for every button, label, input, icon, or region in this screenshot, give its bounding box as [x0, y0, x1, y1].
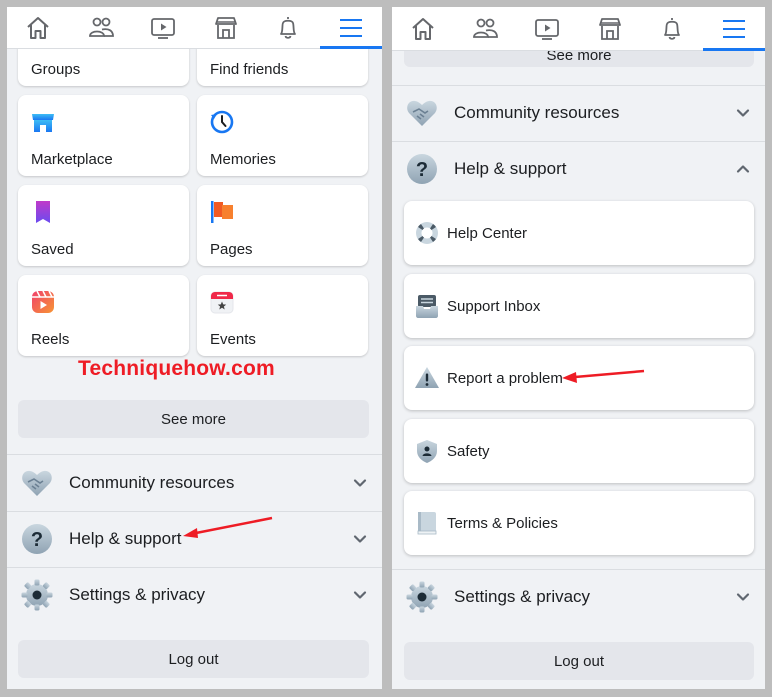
- help-item-label: Terms & Policies: [447, 514, 558, 532]
- nav-tab-home[interactable]: [392, 7, 454, 50]
- section-label: Community resources: [454, 103, 620, 122]
- help-item-terms-policies[interactable]: Terms & Policies: [404, 491, 754, 555]
- shortcut-label: Reels: [31, 331, 70, 348]
- top-navigation-bar: [7, 7, 382, 49]
- chevron-down-icon[interactable]: [352, 475, 368, 491]
- video-icon: [151, 17, 176, 39]
- saved-icon: [36, 201, 50, 223]
- chevron-down-icon[interactable]: [735, 105, 751, 121]
- friends-icon: [88, 17, 114, 37]
- section-label: Settings & privacy: [454, 587, 591, 606]
- gear-icon: [21, 579, 53, 611]
- video-icon: [535, 18, 560, 40]
- nav-tab-menu[interactable]: [319, 7, 383, 49]
- question-icon: ?: [407, 154, 437, 184]
- section-help-support[interactable]: ? Help & support: [392, 141, 765, 197]
- nav-tab-friends[interactable]: [454, 7, 516, 50]
- inbox-icon: [416, 295, 438, 318]
- store-icon: [598, 17, 621, 40]
- help-item-help-center[interactable]: Help Center: [404, 201, 754, 265]
- home-icon: [27, 16, 49, 39]
- warning-icon: [415, 367, 439, 388]
- nav-tab-marketplace[interactable]: [579, 7, 641, 50]
- handshake-icon: [22, 470, 52, 496]
- help-item-support-inbox[interactable]: Support Inbox: [404, 274, 754, 338]
- chevron-up-icon[interactable]: [735, 161, 751, 177]
- nav-tab-watch[interactable]: [132, 7, 195, 48]
- pages-icon: [211, 201, 233, 223]
- svg-text:?: ?: [31, 529, 43, 551]
- nav-tab-menu[interactable]: [702, 7, 765, 51]
- chevron-down-icon[interactable]: [352, 531, 368, 547]
- log-out-button[interactable]: Log out: [404, 642, 754, 680]
- section-settings-privacy[interactable]: Settings & privacy: [7, 567, 382, 623]
- chevron-down-icon[interactable]: [352, 587, 368, 603]
- help-item-safety[interactable]: Safety: [404, 419, 754, 483]
- bell-icon: [280, 16, 297, 39]
- handshake-icon: [407, 100, 437, 126]
- home-icon: [412, 17, 434, 40]
- help-item-label: Support Inbox: [447, 297, 541, 315]
- nav-tab-notifications[interactable]: [641, 7, 703, 50]
- help-item-report-problem[interactable]: Report a problem: [404, 346, 754, 410]
- section-help-support[interactable]: ? Help & support: [7, 511, 382, 567]
- shield-icon: [417, 440, 437, 463]
- shortcut-label: Pages: [210, 241, 253, 258]
- section-community-resources[interactable]: Community resources: [7, 455, 382, 511]
- book-icon: [417, 512, 437, 535]
- chevron-down-icon[interactable]: [735, 589, 751, 605]
- gear-icon: [406, 581, 438, 613]
- shortcut-label: Events: [210, 331, 256, 348]
- hamburger-menu-icon: [722, 19, 745, 38]
- shortcut-marketplace[interactable]: Marketplace: [18, 95, 189, 176]
- question-icon: ?: [22, 524, 52, 554]
- menu-panel-collapsed: Groups Find friends Marketplace Memories…: [7, 7, 382, 689]
- shortcut-saved[interactable]: Saved: [18, 185, 189, 266]
- help-item-label: Report a problem: [447, 369, 563, 387]
- shortcut-reels[interactable]: Reels: [18, 275, 189, 356]
- hamburger-menu-icon: [339, 18, 362, 37]
- section-label: Help & support: [69, 529, 182, 548]
- events-icon: [210, 291, 234, 314]
- nav-tab-marketplace[interactable]: [195, 7, 258, 48]
- help-item-label: Help Center: [447, 224, 528, 242]
- store-icon: [214, 16, 237, 39]
- friends-icon: [473, 18, 499, 38]
- lifebuoy-icon: [416, 222, 438, 244]
- memories-icon: [210, 110, 234, 134]
- nav-tab-friends[interactable]: [70, 7, 133, 48]
- shortcut-pages[interactable]: Pages: [197, 185, 368, 266]
- section-settings-privacy[interactable]: Settings & privacy: [392, 569, 765, 625]
- section-label: Settings & privacy: [69, 585, 206, 604]
- marketplace-icon: [32, 114, 54, 132]
- nav-tab-watch[interactable]: [516, 7, 578, 50]
- section-label: Help & support: [454, 159, 567, 178]
- bell-icon: [663, 17, 680, 40]
- see-more-button[interactable]: See more: [18, 400, 369, 438]
- shortcut-label: Marketplace: [31, 151, 113, 168]
- help-item-label: Safety: [447, 442, 490, 460]
- shortcut-events[interactable]: Events: [197, 275, 368, 356]
- shortcut-label: Find friends: [210, 61, 289, 78]
- top-navigation-bar: [392, 7, 765, 51]
- shortcuts-grid: Groups Find friends Marketplace Memories…: [18, 7, 369, 356]
- section-community-resources[interactable]: Community resources: [392, 85, 765, 141]
- shortcut-memories[interactable]: Memories: [197, 95, 368, 176]
- shortcut-label: Groups: [31, 61, 81, 78]
- shortcut-label: Memories: [210, 151, 276, 168]
- reels-icon: [32, 290, 54, 313]
- shortcut-label: Saved: [31, 241, 74, 258]
- svg-text:?: ?: [416, 159, 428, 181]
- menu-panel-help-expanded: See more Community resources ? Help & su…: [392, 7, 765, 689]
- nav-tab-home[interactable]: [7, 7, 70, 48]
- log-out-button[interactable]: Log out: [18, 640, 369, 678]
- section-label: Community resources: [69, 473, 235, 492]
- nav-tab-notifications[interactable]: [257, 7, 320, 48]
- watermark-text: Techniquehow.com: [78, 357, 275, 380]
